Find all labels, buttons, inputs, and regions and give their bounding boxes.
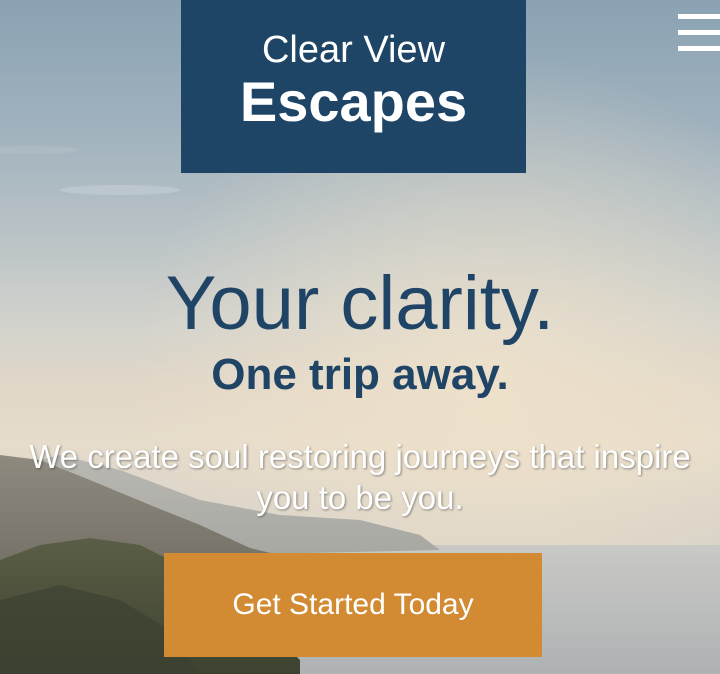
menu-bar-top <box>678 14 720 19</box>
hero-tagline: We create soul restoring journeys that i… <box>29 438 691 516</box>
menu-bar-bottom <box>678 46 720 51</box>
get-started-button[interactable]: Get Started Today <box>164 553 542 657</box>
brand-name-line1: Clear View <box>261 29 446 71</box>
brand-name-line2: Escapes <box>239 70 468 133</box>
hamburger-menu-icon[interactable] <box>678 14 720 54</box>
hero-headline: Your clarity. <box>165 261 555 346</box>
menu-bar-middle <box>678 30 720 35</box>
hero-subheadline: One trip away. <box>211 350 509 399</box>
brand-logo[interactable]: Clear View Escapes <box>181 0 526 173</box>
